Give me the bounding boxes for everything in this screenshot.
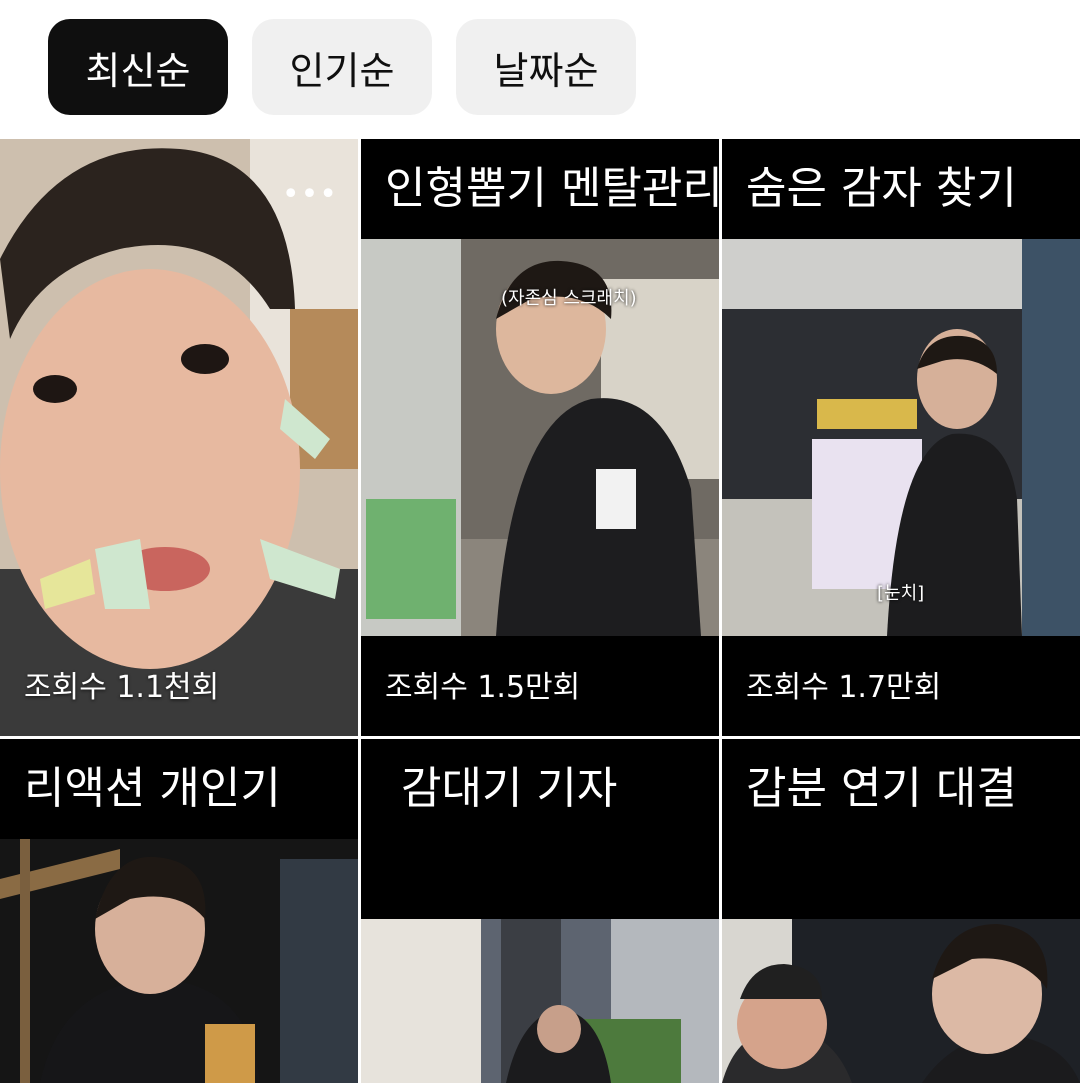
view-count: 조회수 1.1천회 xyxy=(24,670,220,705)
short-title: 갑분 연기 대결 xyxy=(746,763,1017,814)
short-thumbnail xyxy=(0,139,358,736)
shorts-grid: ••• 조회수 1.1천회 인형뽑기 멘탈관리법 (자존심 스크래치) 조회수 … xyxy=(0,139,1080,1083)
view-count: 조회수 1.5만회 xyxy=(385,670,581,705)
short-tile[interactable]: ••• 조회수 1.1천회 xyxy=(0,139,358,736)
chip-popular[interactable]: 인기순 xyxy=(252,19,432,115)
short-title: 리액션 개인기 xyxy=(24,763,281,814)
video-caption: (자존심 스크래치) xyxy=(501,288,637,309)
short-tile[interactable]: 숨은 감자 찾기 [눈치] 조회수 1.7만회 xyxy=(722,139,1080,736)
short-thumbnail xyxy=(722,239,1080,636)
short-thumbnail xyxy=(722,919,1080,1083)
short-tile[interactable]: 감대기 기자 xyxy=(361,739,719,1083)
short-tile[interactable]: 리액션 개인기 xyxy=(0,739,358,1083)
more-dots-icon[interactable]: ••• xyxy=(282,177,338,212)
video-caption: [눈치] xyxy=(877,583,925,604)
short-title: 인형뽑기 멘탈관리법 xyxy=(385,163,719,214)
short-title: 숨은 감자 찾기 xyxy=(746,163,1017,214)
short-thumbnail xyxy=(0,839,358,1083)
short-thumbnail xyxy=(361,919,719,1083)
sort-chip-bar: 최신순 인기순 날짜순 xyxy=(0,0,1080,139)
short-tile[interactable]: 인형뽑기 멘탈관리법 (자존심 스크래치) 조회수 1.5만회 xyxy=(361,139,719,736)
chip-date[interactable]: 날짜순 xyxy=(456,19,636,115)
short-tile[interactable]: 갑분 연기 대결 xyxy=(722,739,1080,1083)
view-count: 조회수 1.7만회 xyxy=(746,670,942,705)
chip-latest[interactable]: 최신순 xyxy=(48,19,228,115)
short-title: 감대기 기자 xyxy=(401,763,618,814)
